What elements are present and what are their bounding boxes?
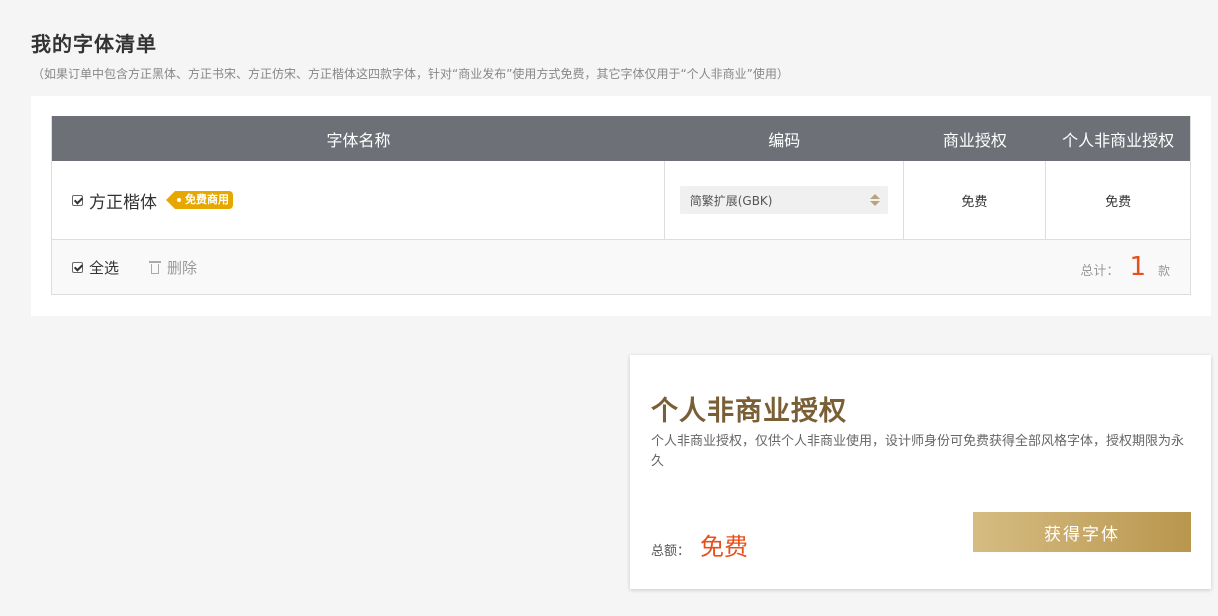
license-description: 个人非商业授权，仅供个人非商业使用，设计师身份可免费获得全部风格字体，授权期限为…: [651, 434, 1185, 469]
select-arrows-icon: [869, 194, 880, 206]
personal-license-cell: 免费: [1105, 194, 1132, 210]
table-header: 字体名称 编码 商业授权 个人非商业授权: [52, 116, 1190, 161]
font-table: 字体名称 编码 商业授权 个人非商业授权 方正楷体 免费商用 简繁扩展(GBK)…: [51, 116, 1191, 295]
license-title: 个人非商业授权: [651, 396, 847, 427]
total-summary: 总计： 1 款: [1080, 254, 1170, 280]
total-label: 总计：: [1080, 264, 1120, 279]
column-header-personal: 个人非商业授权: [1062, 130, 1175, 150]
select-all-label[interactable]: 全选: [89, 257, 119, 278]
amount-row: 总额： 免费: [651, 527, 748, 562]
delete-label: 删除: [167, 258, 198, 277]
table-row: 方正楷体 免费商用 简繁扩展(GBK) 免费 免费: [52, 161, 1190, 240]
total-unit: 款: [1157, 264, 1170, 278]
encoding-select[interactable]: 简繁扩展(GBK): [679, 186, 888, 214]
page-note: （如果订单中包含方正黑体、方正书宋、方正仿宋、方正楷体这四款字体，针对“商业发布…: [32, 67, 789, 81]
encoding-cell: 简繁扩展(GBK): [665, 161, 904, 239]
font-name-cell: 方正楷体 免费商用: [52, 161, 665, 239]
column-header-encoding: 编码: [768, 130, 801, 150]
license-card: 个人非商业授权 个人非商业授权，仅供个人非商业使用，设计师身份可免费获得全部风格…: [630, 355, 1211, 589]
page-title: 我的字体清单: [31, 32, 157, 56]
free-commercial-badge: 免费商用: [166, 191, 233, 209]
table-footer: 全选 删除 总计： 1 款: [52, 240, 1190, 294]
amount-value: 免费: [700, 533, 749, 561]
font-name: 方正楷体: [89, 192, 157, 213]
delete-button[interactable]: 删除: [149, 257, 197, 278]
commercial-license-cell: 免费: [904, 161, 1047, 239]
select-all-checkbox[interactable]: [72, 261, 83, 273]
column-header-font-name: 字体名称: [326, 130, 391, 150]
amount-label: 总额：: [651, 544, 691, 559]
get-font-button[interactable]: 获得字体: [973, 512, 1191, 552]
trash-icon: [149, 260, 162, 274]
column-header-commercial: 商业授权: [942, 130, 1007, 150]
row-checkbox[interactable]: [72, 194, 83, 206]
total-count: 1: [1129, 252, 1146, 282]
encoding-select-value: 简繁扩展(GBK): [689, 193, 773, 208]
font-list-card: 字体名称 编码 商业授权 个人非商业授权 方正楷体 免费商用 简繁扩展(GBK)…: [31, 96, 1211, 316]
